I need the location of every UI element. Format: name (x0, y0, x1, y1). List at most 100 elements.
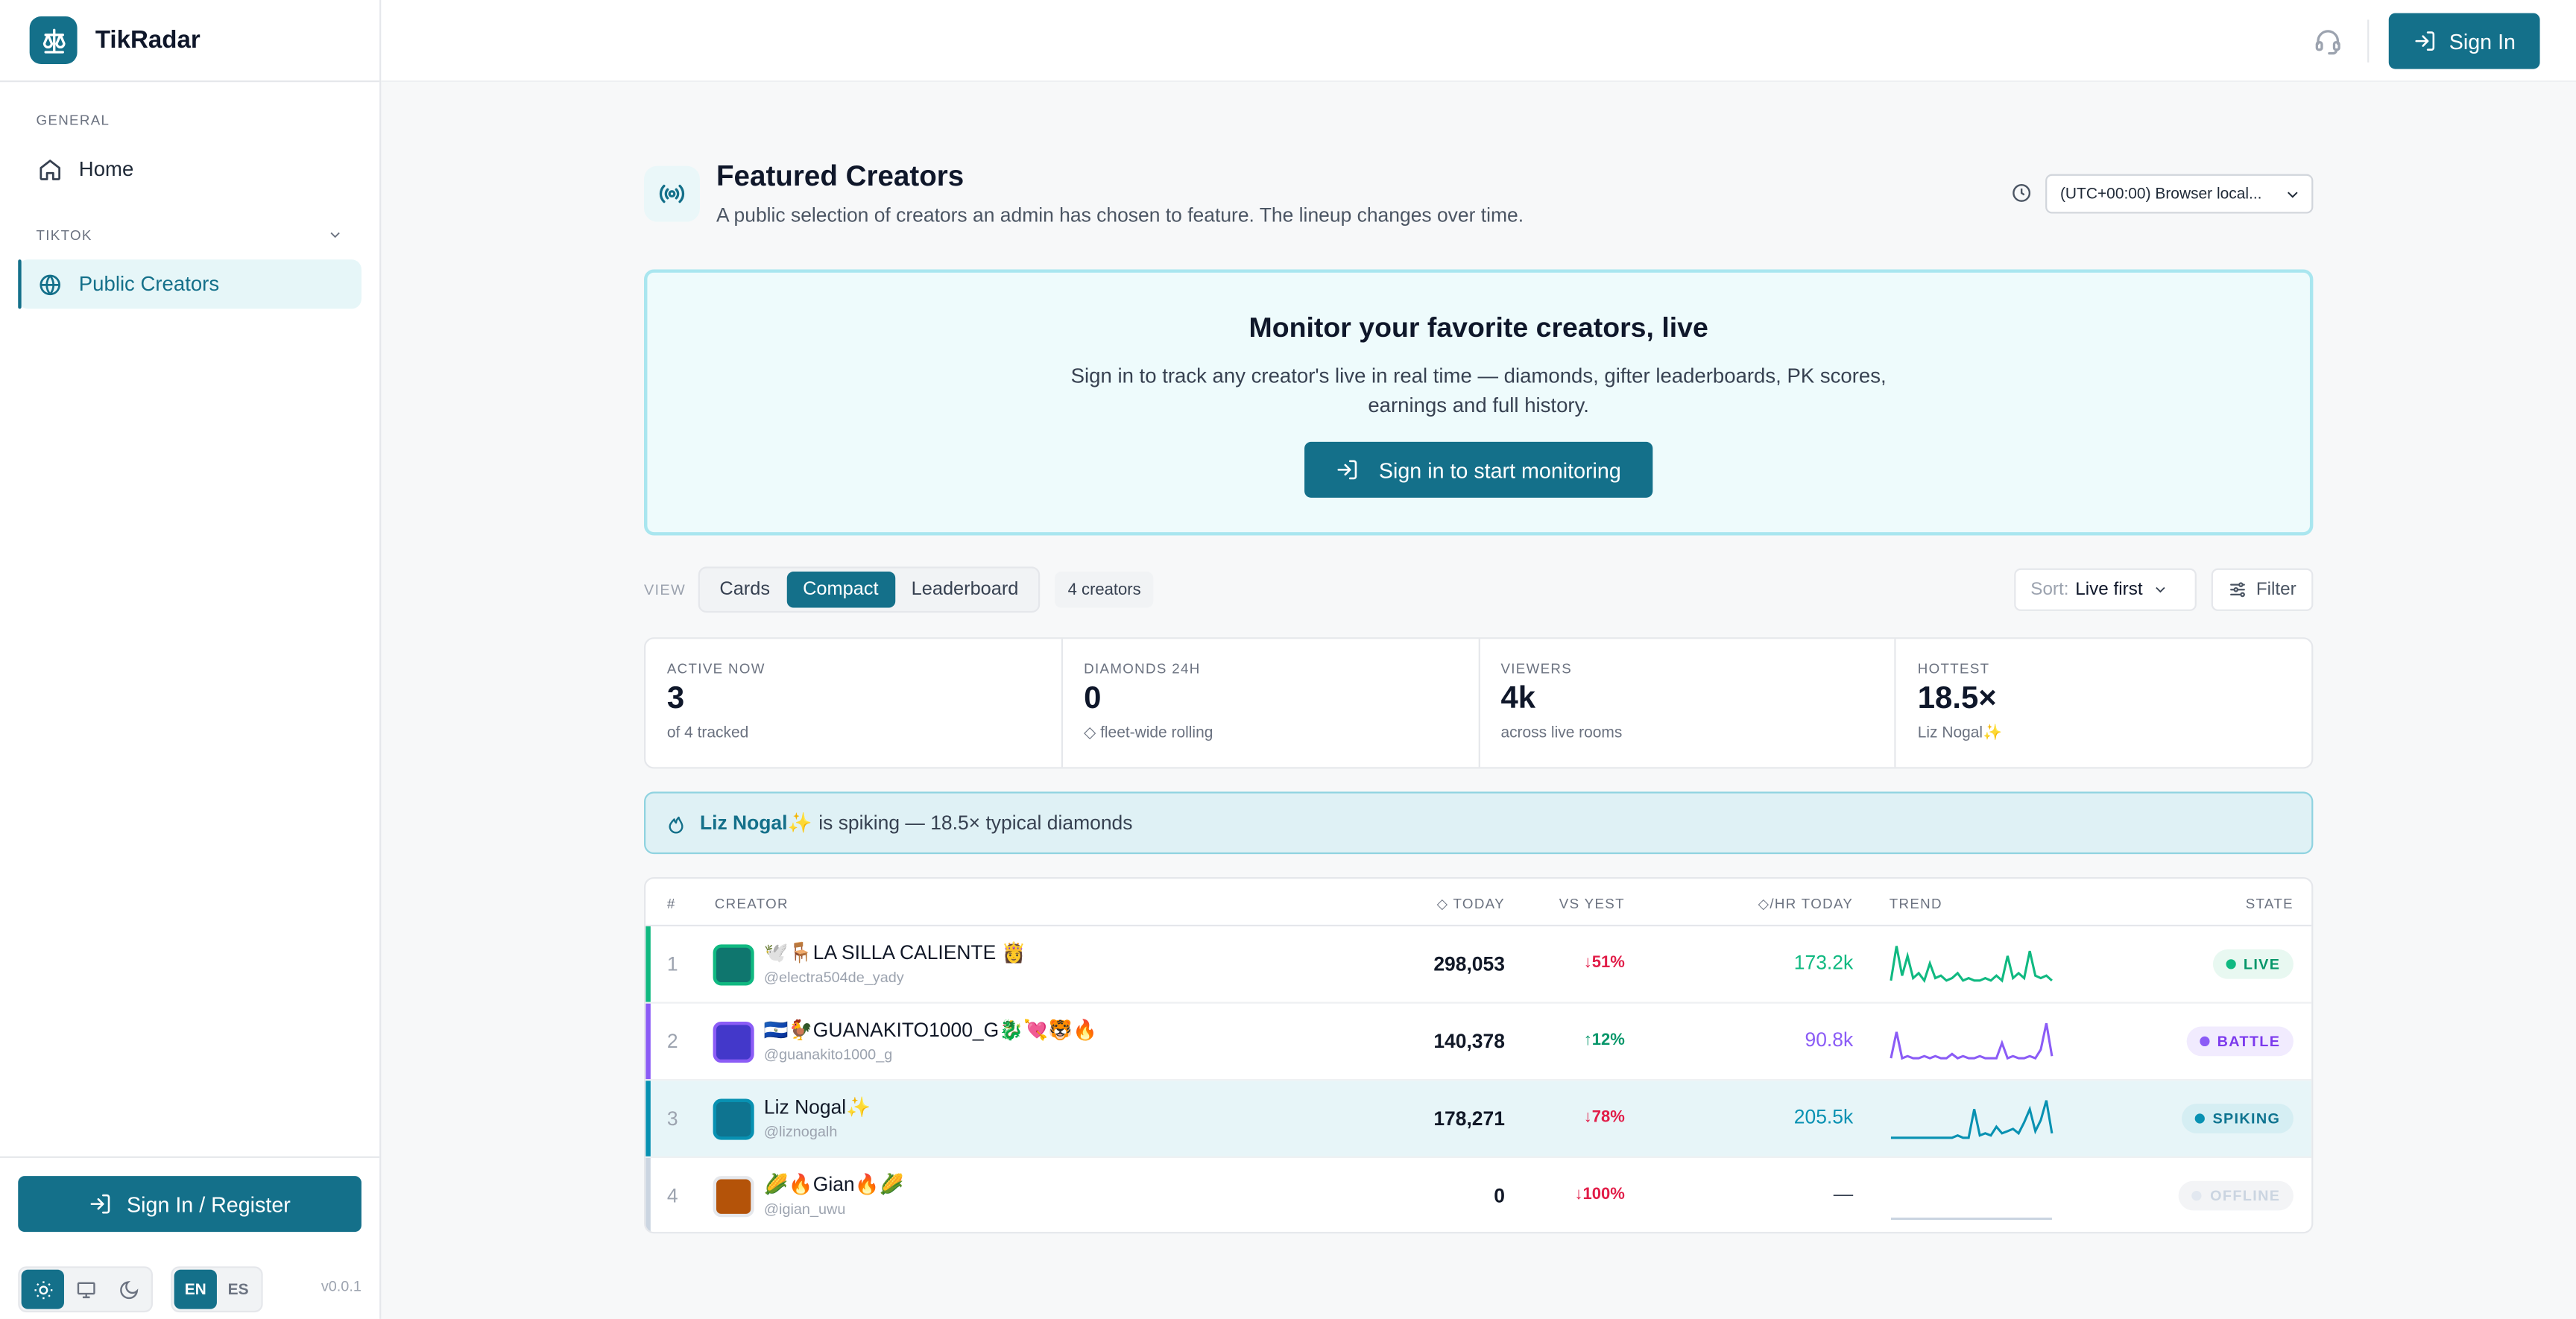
topbar-divider (2367, 19, 2370, 63)
section-tiktok-label[interactable]: TIKTOK (0, 225, 379, 244)
app-version: v0.0.1 (321, 1277, 362, 1294)
moon-icon (119, 1280, 138, 1299)
alert-text: is spiking — 18.5× typical diamonds (818, 811, 1133, 835)
sliders-icon (2230, 582, 2246, 598)
state-dot (2191, 1190, 2203, 1201)
state-dot (2199, 1036, 2209, 1047)
diamonds-per-hour: 205.5k (1793, 1105, 1854, 1129)
sparkline-path (1890, 946, 2053, 984)
sidebar-item-label: Home (78, 157, 134, 181)
page-title: Featured Creators (716, 159, 965, 192)
topbar: Sign In (381, 0, 2576, 83)
creator-handle: @liznogalh (763, 1123, 838, 1140)
theme-light-button[interactable] (21, 1269, 64, 1309)
diamonds-today: 298,053 (1433, 952, 1505, 976)
avatar[interactable] (713, 1098, 754, 1140)
creator-handle: @guanakito1000_g (763, 1046, 893, 1063)
promo-banner: Monitor your favorite creators, live Sig… (644, 269, 2314, 536)
sidebar-footer: Sign In / Register EN ES v0.0.1 (0, 1156, 380, 1319)
table-row[interactable]: 1 🕊️🪑LA SILLA CALIENTE 👸 @electra504de_yad… (645, 926, 2312, 1004)
broadcast-icon (644, 165, 700, 222)
log-in-icon (1338, 460, 1357, 480)
creator-name[interactable]: 🌽🔥Gian🔥🌽 (764, 1173, 904, 1196)
avatar[interactable] (713, 1021, 754, 1063)
view-cards-button[interactable]: Cards (703, 572, 786, 607)
sign-in-button[interactable]: Sign In (2388, 13, 2540, 69)
view-bar: VIEW Cards Compact Leaderboard 4 creator… (644, 565, 2314, 614)
sidebar-item-home[interactable]: Home (18, 145, 362, 194)
trend-sparkline (1890, 1022, 2053, 1060)
view-label: VIEW (644, 581, 686, 598)
timezone-select[interactable]: (UTC+00:00) Browser local... (2045, 174, 2314, 214)
state-accent-bar (645, 926, 651, 1002)
rank: 4 (666, 1184, 678, 1208)
diamonds-today: 178,271 (1433, 1107, 1505, 1130)
rank: 1 (666, 952, 678, 976)
state-accent-bar (645, 1081, 651, 1157)
table-row[interactable]: 3 Liz Nogal✨ @liznogalh 178,271 ↓78% 205.5k SP… (645, 1081, 2312, 1158)
sun-icon (34, 1280, 52, 1299)
view-toggle: Cards Compact Leaderboard (698, 566, 1041, 613)
avatar[interactable] (713, 944, 754, 986)
rank: 2 (666, 1029, 678, 1053)
alert-creator-link[interactable]: Liz Nogal✨ (700, 812, 812, 835)
section-general-label: GENERAL (36, 111, 110, 128)
stat-viewers: VIEWERS 4k across live rooms (1480, 639, 1897, 768)
theme-system-button[interactable] (64, 1270, 107, 1309)
avatar[interactable] (713, 1176, 754, 1218)
state-badge: OFFLINE (2179, 1180, 2294, 1211)
lang-es-button[interactable]: ES (217, 1270, 259, 1309)
trend-sparkline (1890, 946, 2053, 984)
sign-in-register-button[interactable]: Sign In / Register (18, 1176, 362, 1233)
trend-sparkline (1890, 1100, 2053, 1139)
filter-button[interactable]: Filter (2211, 568, 2314, 611)
sort-select[interactable]: Sort: Live first (2014, 568, 2197, 611)
view-leaderboard-button[interactable]: Leaderboard (895, 572, 1035, 607)
start-monitoring-button[interactable]: Sign in to start monitoring (1304, 441, 1653, 498)
sparkline-path (1890, 1100, 2053, 1139)
vs-yesterday: ↑12% (1583, 1031, 1625, 1050)
scale-icon (29, 16, 78, 64)
diamonds-per-hour: — (1833, 1182, 1854, 1206)
table-row[interactable]: 2 🇸🇻🐓GUANAKITO1000_G🐉💘🐯🔥 @guanakito1000_g 1… (645, 1003, 2312, 1081)
flame-icon (669, 815, 684, 833)
table-header: # CREATOR ◇ TODAY VS YEST ◇/HR TODAY TRE… (645, 879, 2312, 927)
sparkline-path (1890, 1022, 2053, 1060)
creator-name[interactable]: Liz Nogal✨ (764, 1095, 871, 1119)
state-dot (2194, 1113, 2205, 1124)
stats-strip: ACTIVE NOW 3 of 4 tracked DIAMONDS 24H 0… (644, 637, 2314, 769)
spiking-alert: Liz Nogal✨ is spiking — 18.5× typical di… (644, 791, 2314, 855)
creator-handle: @igian_uwu (763, 1201, 846, 1218)
vs-yesterday: ↓78% (1583, 1108, 1625, 1127)
promo-text: Sign in to track any creator's live in r… (1070, 364, 1887, 417)
lang-en-button[interactable]: EN (174, 1269, 217, 1309)
creators-table: # CREATOR ◇ TODAY VS YEST ◇/HR TODAY TRE… (644, 876, 2314, 1234)
language-switcher: EN ES (171, 1266, 263, 1313)
table-row[interactable]: 4 🌽🔥Gian🔥🌽 @igian_uwu 0 ↓100% — OFFLINE (645, 1157, 2311, 1233)
headset-icon[interactable] (2313, 26, 2343, 64)
trend-sparkline (1890, 1217, 2052, 1220)
app-name: TikRadar (95, 26, 201, 54)
state-accent-bar (645, 1003, 651, 1080)
chevron-down-icon (2156, 586, 2165, 593)
view-compact-button[interactable]: Compact (786, 572, 895, 608)
diamonds-per-hour: 90.8k (1805, 1028, 1854, 1051)
theme-dark-button[interactable] (107, 1270, 149, 1309)
creator-name[interactable]: 🕊️🪑LA SILLA CALIENTE 👸 (764, 941, 1026, 964)
stat-active-now: ACTIVE NOW 3 of 4 tracked (645, 639, 1063, 768)
log-in-icon (90, 1194, 110, 1214)
page-header: Featured Creators A public selection of … (644, 159, 2314, 241)
diamonds-per-hour: 173.2k (1793, 951, 1854, 975)
sidebar-item-label: Public Creators (78, 272, 220, 296)
chevron-down-icon (2288, 192, 2298, 198)
brand[interactable]: TikRadar (0, 0, 380, 83)
state-accent-bar (645, 1157, 651, 1233)
state-badge: LIVE (2212, 949, 2294, 979)
vs-yesterday: ↓51% (1583, 954, 1625, 972)
log-in-icon (2414, 31, 2434, 51)
creator-name[interactable]: 🇸🇻🐓GUANAKITO1000_G🐉💘🐯🔥 (764, 1019, 1097, 1042)
globe-icon (36, 271, 62, 297)
vs-yesterday: ↓100% (1574, 1186, 1625, 1204)
sidebar-item-public-creators[interactable]: Public Creators (18, 259, 362, 309)
stat-diamonds-24h: DIAMONDS 24H 0 ◇ fleet-wide rolling (1063, 639, 1480, 768)
